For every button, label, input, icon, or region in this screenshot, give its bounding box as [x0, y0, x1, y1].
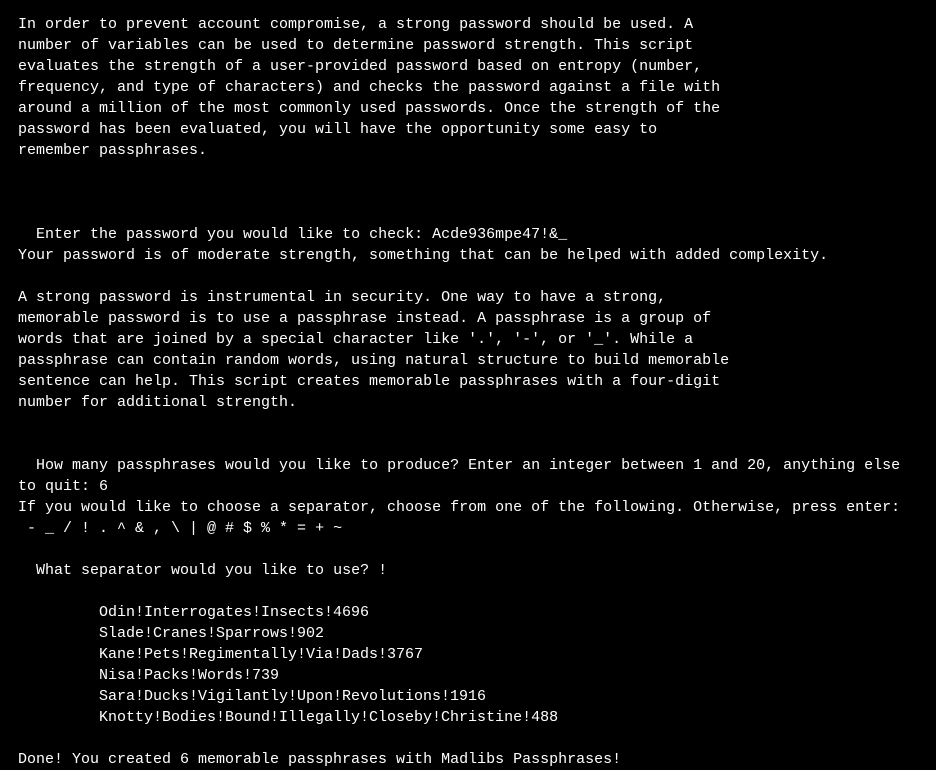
separator-instruction: If you would like to choose a separator,… — [18, 497, 918, 518]
passphrase-results: Odin!Interrogates!Insects!4696 Slade!Cra… — [18, 602, 918, 728]
separator-options: - _ / ! . ^ & , \ | @ # $ % * = + ~ — [18, 518, 918, 539]
passphrase-intro-line: passphrase can contain random words, usi… — [18, 350, 918, 371]
password-result: Your password is of moderate strength, s… — [18, 245, 918, 266]
intro-paragraph: In order to prevent account compromise, … — [18, 14, 918, 161]
passphrase-intro-line: words that are joined by a special chara… — [18, 329, 918, 350]
intro-line: In order to prevent account compromise, … — [18, 14, 918, 35]
passphrase-result-item: Knotty!Bodies!Bound!Illegally!Closeby!Ch… — [18, 707, 918, 728]
passphrase-intro-line: memorable password is to use a passphras… — [18, 308, 918, 329]
passphrase-intro-paragraph: A strong password is instrumental in sec… — [18, 287, 918, 413]
intro-line: remember passphrases. — [18, 140, 918, 161]
password-prompt-line: Enter the password you would like to che… — [18, 203, 918, 245]
intro-line: number of variables can be used to deter… — [18, 35, 918, 56]
password-prompt-label: Enter the password you would like to che… — [36, 226, 432, 243]
intro-line: password has been evaluated, you will ha… — [18, 119, 918, 140]
separator-prompt-line: What separator would you like to use? ! — [18, 539, 918, 581]
passphrase-intro-line: number for additional strength. — [18, 392, 918, 413]
done-message: Done! You created 6 memorable passphrase… — [18, 749, 918, 770]
passphrase-intro-line: sentence can help. This script creates m… — [18, 371, 918, 392]
count-prompt-label: How many passphrases would you like to p… — [18, 457, 909, 495]
intro-line: evaluates the strength of a user-provide… — [18, 56, 918, 77]
separator-prompt-label: What separator would you like to use? — [36, 562, 378, 579]
passphrase-result-item: Slade!Cranes!Sparrows!902 — [18, 623, 918, 644]
passphrase-result-item: Sara!Ducks!Vigilantly!Upon!Revolutions!1… — [18, 686, 918, 707]
passphrase-intro-line: A strong password is instrumental in sec… — [18, 287, 918, 308]
count-prompt-line: How many passphrases would you like to p… — [18, 434, 918, 497]
password-input[interactable]: Acde936mpe47!& — [432, 226, 567, 243]
intro-line: around a million of the most commonly us… — [18, 98, 918, 119]
intro-line: frequency, and type of characters) and c… — [18, 77, 918, 98]
count-input[interactable]: 6 — [99, 478, 108, 495]
separator-input[interactable]: ! — [378, 562, 387, 579]
passphrase-result-item: Kane!Pets!Regimentally!Via!Dads!3767 — [18, 644, 918, 665]
passphrase-result-item: Odin!Interrogates!Insects!4696 — [18, 602, 918, 623]
passphrase-result-item: Nisa!Packs!Words!739 — [18, 665, 918, 686]
